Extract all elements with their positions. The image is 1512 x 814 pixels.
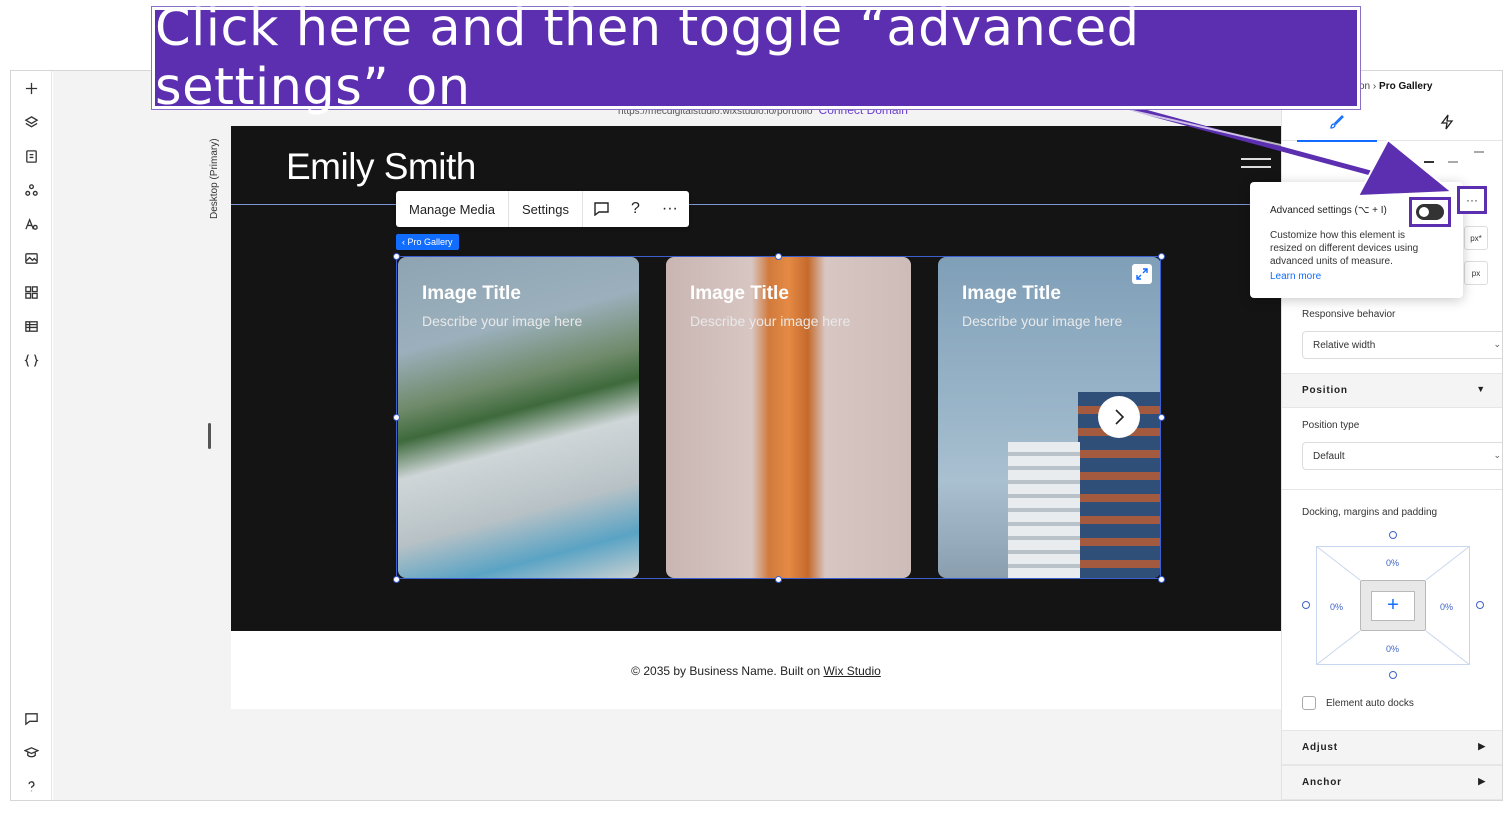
footer-link[interactable]: Wix Studio <box>823 664 880 678</box>
breakpoint-label[interactable]: Desktop (Primary) <box>209 138 220 219</box>
docking-control: + 0% 0% 0% 0% <box>1316 546 1470 665</box>
advanced-settings-description: Customize how this element is resized on… <box>1270 230 1419 267</box>
auto-docks-checkbox[interactable] <box>1302 696 1316 710</box>
comments-icon[interactable] <box>22 709 40 727</box>
resize-handle[interactable] <box>1158 253 1165 260</box>
site-footer-text: © 2035 by Business Name. Built on Wix St… <box>631 664 881 678</box>
chevron-down-icon: ⌄ <box>1493 450 1501 460</box>
site-header-section: Emily Smith Image Title Describe your im… <box>231 126 1281 631</box>
site-title[interactable]: Emily Smith <box>286 146 476 188</box>
resize-handle[interactable] <box>393 414 400 421</box>
breadcrumb: tion › Pro Gallery <box>1354 81 1433 92</box>
dock-top-value[interactable]: 0% <box>1386 558 1399 568</box>
anchor-section-header[interactable]: Anchor ▶ <box>1282 765 1502 800</box>
alignment-controls[interactable] <box>1298 151 1498 165</box>
dock-add-button[interactable]: + <box>1360 580 1426 631</box>
comment-icon[interactable] <box>583 191 620 227</box>
inspector-panel: tion › Pro Gallery px* px Responsive beh… <box>1281 71 1502 800</box>
position-type-dropdown[interactable]: Default ⌄ <box>1302 442 1502 470</box>
add-icon[interactable] <box>22 79 40 97</box>
help-icon[interactable] <box>22 777 40 795</box>
resize-handle[interactable] <box>775 576 782 583</box>
position-section-header[interactable]: Position ▼ <box>1282 373 1502 408</box>
expand-icon[interactable] <box>1132 264 1152 284</box>
dock-right-value[interactable]: 0% <box>1440 602 1453 612</box>
dock-left-anchor[interactable] <box>1302 601 1310 609</box>
editor-canvas: Desktop (Primary) https://mecdigitalstud… <box>53 71 1281 800</box>
expand-triangle-icon: ▶ <box>1478 776 1486 786</box>
layers-icon[interactable] <box>22 113 40 131</box>
typography-icon[interactable] <box>22 215 40 233</box>
width-unit-selector[interactable]: px* <box>1464 226 1488 250</box>
media-icon[interactable] <box>22 249 40 267</box>
responsive-behavior-label: Responsive behavior <box>1302 309 1396 320</box>
advanced-settings-title: Advanced settings (⌥ + I) <box>1270 205 1387 216</box>
more-actions-button[interactable]: ··· <box>651 191 689 227</box>
dock-top-anchor[interactable] <box>1389 531 1397 539</box>
more-options-button[interactable]: ··· <box>1457 186 1487 214</box>
help-button[interactable]: ? <box>620 191 651 227</box>
resize-handle[interactable] <box>208 423 211 449</box>
left-toolbar <box>11 71 52 800</box>
dock-left-value[interactable]: 0% <box>1330 602 1343 612</box>
resize-handle[interactable] <box>393 576 400 583</box>
docking-label: Docking, margins and padding <box>1302 507 1438 518</box>
learn-icon[interactable] <box>22 743 40 761</box>
dock-bottom-anchor[interactable] <box>1389 671 1397 679</box>
interactions-tab-bolt-icon[interactable] <box>1432 109 1462 135</box>
cms-icon[interactable] <box>22 317 40 335</box>
chevron-down-icon: ⌄ <box>1493 339 1501 349</box>
instruction-text: Click here and then toggle “advanced set… <box>155 0 1140 117</box>
next-arrow-button[interactable] <box>1098 396 1140 438</box>
toggle-highlight-box <box>1409 197 1451 227</box>
dock-right-anchor[interactable] <box>1476 601 1484 609</box>
manage-media-button[interactable]: Manage Media <box>396 191 509 227</box>
site-page: Emily Smith Image Title Describe your im… <box>231 126 1281 786</box>
position-type-label: Position type <box>1302 420 1360 431</box>
auto-docks-label: Element auto docks <box>1326 698 1414 709</box>
height-unit-selector[interactable]: px <box>1464 261 1488 285</box>
instruction-banner: Click here and then toggle “advanced set… <box>152 0 1360 117</box>
resize-handle[interactable] <box>1158 576 1165 583</box>
code-icon[interactable] <box>22 351 40 369</box>
expand-triangle-icon: ▶ <box>1478 741 1486 751</box>
selection-tag[interactable]: ‹ Pro Gallery <box>396 234 459 250</box>
resize-handle[interactable] <box>393 253 400 260</box>
menu-icon[interactable] <box>1241 158 1271 174</box>
selected-element-frame[interactable] <box>396 256 1161 579</box>
components-icon[interactable] <box>22 181 40 199</box>
learn-more-link[interactable]: Learn more <box>1270 271 1321 282</box>
resize-handle[interactable] <box>1158 414 1165 421</box>
responsive-behavior-dropdown[interactable]: Relative width ⌄ <box>1302 331 1502 359</box>
editor-window: Desktop (Primary) https://mecdigitalstud… <box>10 70 1503 801</box>
resize-handle[interactable] <box>775 253 782 260</box>
collapse-triangle-icon: ▼ <box>1476 384 1486 394</box>
pages-icon[interactable] <box>22 147 40 165</box>
settings-button[interactable]: Settings <box>509 191 583 227</box>
adjust-section-header[interactable]: Adjust ▶ <box>1282 730 1502 765</box>
apps-icon[interactable] <box>22 283 40 301</box>
plus-icon: + <box>1371 590 1415 621</box>
element-toolbar: Manage Media Settings ? ··· <box>396 191 689 227</box>
dock-bottom-value[interactable]: 0% <box>1386 644 1399 654</box>
